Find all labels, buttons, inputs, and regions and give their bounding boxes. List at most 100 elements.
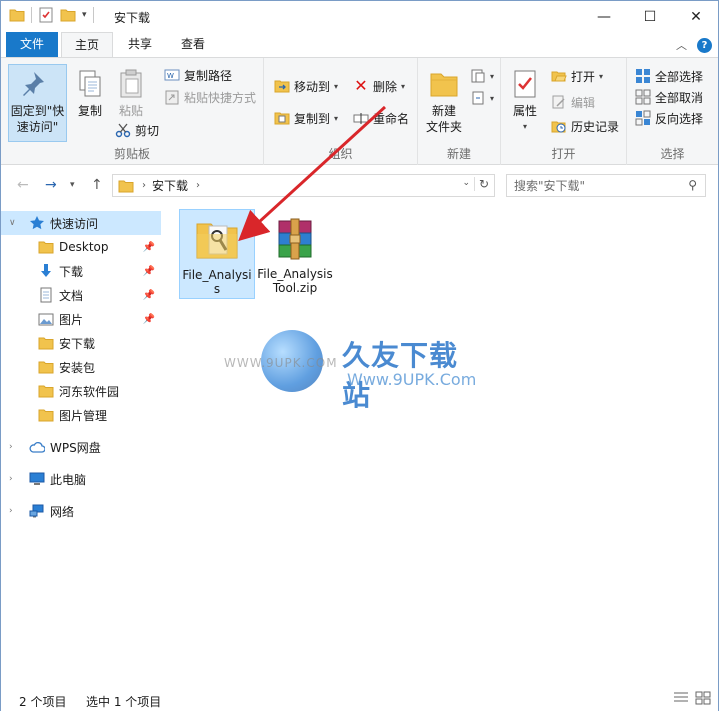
nav-label: 文档 — [59, 288, 84, 303]
select-none-button[interactable]: 全部取消 — [635, 87, 703, 107]
forward-icon[interactable]: → — [45, 177, 57, 193]
cut-button[interactable]: 剪切 — [115, 120, 159, 140]
copy-button[interactable]: 复制 — [71, 68, 109, 119]
nav-item-installers[interactable]: 安装包 — [1, 355, 161, 379]
easy-access-button[interactable]: ▾ — [470, 88, 494, 108]
copy-label: 复制 — [77, 104, 102, 118]
rename-button[interactable]: 重命名 — [353, 108, 409, 128]
search-placeholder: 搜索"安下载" — [514, 179, 586, 193]
nav-item-downloads[interactable]: 下载 📌 — [1, 259, 161, 283]
copy-icon — [79, 70, 101, 97]
minimize-icon[interactable]: — — [581, 1, 627, 32]
expand-chevron-icon[interactable]: › — [9, 506, 13, 516]
tab-share[interactable]: 共享 — [114, 32, 166, 57]
new-folder-icon[interactable] — [60, 8, 76, 22]
nav-item-picture-manager[interactable]: 图片管理 — [1, 403, 161, 427]
edit-button[interactable]: 编辑 — [551, 92, 595, 112]
search-icon[interactable]: ⚲ — [688, 178, 697, 192]
select-all-button[interactable]: 全部选择 — [635, 66, 703, 86]
nav-label: 安装包 — [59, 360, 96, 375]
ribbon-tabs: 文件 主页 共享 查看 ︿ ? — [1, 32, 718, 58]
new-folder-button[interactable]: 新建 文件夹 — [422, 68, 466, 135]
copy-path-button[interactable]: W 复制路径 — [164, 65, 232, 85]
folder-icon — [196, 223, 238, 259]
move-to-label: 移动到 — [294, 79, 331, 94]
folder-icon — [38, 337, 54, 350]
nav-network[interactable]: › 网络 — [1, 499, 161, 523]
details-view-icon[interactable] — [673, 691, 689, 708]
file-item[interactable]: File_Analysis — [179, 209, 255, 299]
explorer-window: ▾ 安下载 — ☐ ✕ 文件 主页 共享 查看 ︿ ? 固定到"快 速访问" 复… — [0, 0, 719, 711]
easy-access-icon — [472, 91, 484, 105]
group-select: 全部选择 全部取消 反向选择 选择 — [627, 58, 718, 165]
copy-to-button[interactable]: 复制到 ▾ — [274, 108, 338, 128]
file-item[interactable]: File_AnalysisTool.zip — [257, 209, 333, 299]
nav-item-documents[interactable]: 文档 📌 — [1, 283, 161, 307]
back-icon[interactable]: ← — [17, 177, 29, 193]
group-label-new: 新建 — [446, 147, 471, 161]
expand-chevron-icon[interactable]: › — [9, 474, 13, 484]
tab-view[interactable]: 查看 — [167, 32, 219, 57]
edit-label: 编辑 — [571, 95, 596, 110]
tab-file[interactable]: 文件 — [6, 32, 58, 57]
nav-item-anxiazai[interactable]: 安下载 — [1, 331, 161, 355]
paste-shortcut-label: 粘贴快捷方式 — [184, 90, 257, 105]
toolbar-separator — [31, 7, 32, 23]
large-icons-view-icon[interactable] — [695, 691, 711, 708]
refresh-icon[interactable]: ↻ — [473, 177, 489, 191]
file-list: File_Analysis File_AnalysisTool.zip WWW.… — [164, 205, 718, 687]
customize-toolbar-icon[interactable]: ▾ — [82, 10, 87, 20]
open-button[interactable]: 打开 ▾ — [551, 66, 603, 86]
cloud-icon — [29, 441, 45, 453]
nav-label: 快速访问 — [50, 216, 99, 231]
nav-this-pc[interactable]: › 此电脑 — [1, 467, 161, 491]
star-icon — [30, 216, 44, 230]
properties-icon[interactable] — [38, 7, 54, 23]
nav-item-desktop[interactable]: Desktop 📌 — [1, 235, 161, 259]
status-selection: 选中 1 个项目 — [86, 695, 162, 709]
properties-icon — [514, 70, 536, 98]
rename-label: 重命名 — [373, 111, 410, 126]
expand-chevron-icon[interactable]: › — [9, 442, 13, 452]
move-to-button[interactable]: 移动到 ▾ — [274, 76, 338, 96]
group-clipboard: 固定到"快 速访问" 复制 粘贴 W 复制路径 粘贴快捷方式 剪切 剪贴板 — [1, 58, 264, 165]
collapse-ribbon-icon[interactable]: ︿ — [676, 37, 687, 53]
quick-access-toolbar: ▾ — [9, 7, 94, 23]
new-item-button[interactable]: ▾ — [470, 66, 494, 86]
expand-chevron-icon[interactable]: ∨ — [9, 218, 16, 228]
history-button[interactable]: 历史记录 — [551, 116, 619, 136]
nav-wps-cloud[interactable]: › WPS网盘 — [1, 435, 161, 459]
breadcrumb-item[interactable]: 安下载 — [152, 177, 188, 194]
maximize-icon[interactable]: ☐ — [627, 1, 673, 32]
delete-label: 删除 — [373, 79, 398, 94]
document-icon — [40, 287, 52, 303]
paste-shortcut-button[interactable]: 粘贴快捷方式 — [164, 87, 256, 107]
address-bar[interactable]: › 安下载 › ⌄ ↻ — [112, 174, 495, 197]
tab-home[interactable]: 主页 — [61, 32, 113, 58]
up-icon[interactable]: ↑ — [91, 177, 103, 193]
pin-quick-access-button[interactable]: 固定到"快 速访问" — [8, 68, 67, 135]
properties-button[interactable]: 属性 ▾ — [507, 68, 543, 135]
watermark-www: WWW.9UPK.COM — [224, 356, 338, 370]
ribbon-right-controls: ︿ ? — [676, 37, 712, 53]
copy-to-icon — [274, 112, 290, 125]
nav-quick-access[interactable]: ∨ 快速访问 — [1, 211, 161, 235]
invert-selection-button[interactable]: 反向选择 — [635, 108, 703, 128]
paste-icon — [120, 69, 142, 98]
delete-button[interactable]: ✕ 删除 ▾ — [353, 76, 405, 96]
group-label-open: 打开 — [551, 147, 576, 161]
address-dropdown-icon[interactable]: ⌄ — [462, 178, 470, 188]
close-icon[interactable]: ✕ — [673, 1, 719, 32]
pin-label: 固定到"快 速访问" — [10, 104, 65, 134]
nav-item-pictures[interactable]: 图片 📌 — [1, 307, 161, 331]
nav-label: 安下载 — [59, 336, 96, 351]
nav-item-hedong[interactable]: 河东软件园 — [1, 379, 161, 403]
breadcrumb-separator-icon: › — [196, 180, 201, 191]
paste-shortcut-icon — [165, 90, 179, 105]
recent-locations-icon[interactable]: ▾ — [70, 180, 75, 190]
paste-button[interactable]: 粘贴 — [111, 68, 151, 119]
search-box[interactable]: 搜索"安下载" ⚲ — [506, 174, 706, 197]
dropdown-arrow-icon: ▾ — [490, 93, 495, 103]
help-icon[interactable]: ? — [697, 37, 712, 53]
pin-icon: 📌 — [142, 289, 155, 301]
